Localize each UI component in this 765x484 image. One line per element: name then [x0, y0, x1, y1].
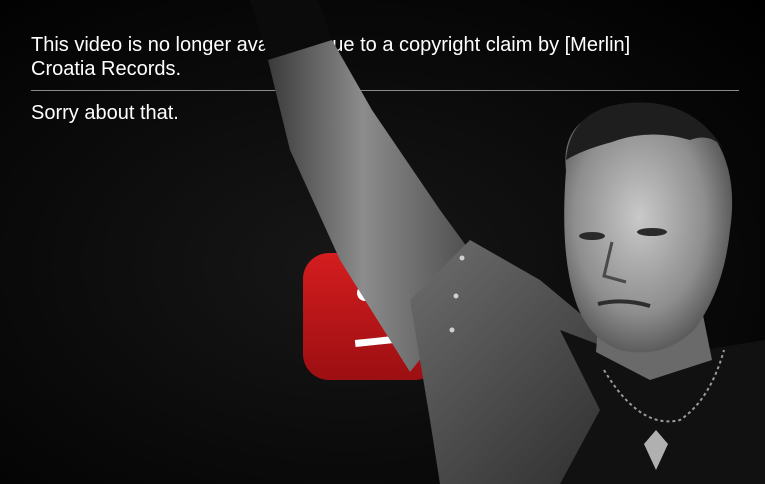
- performer-photo-overlay: [250, 0, 765, 484]
- stud-shape: [449, 327, 455, 333]
- video-player-error: This video is no longer available due to…: [0, 0, 765, 484]
- stud-shape: [453, 293, 459, 299]
- stud-shape: [459, 255, 465, 261]
- left-eye-shape: [579, 232, 605, 240]
- right-eye-shape: [637, 228, 667, 236]
